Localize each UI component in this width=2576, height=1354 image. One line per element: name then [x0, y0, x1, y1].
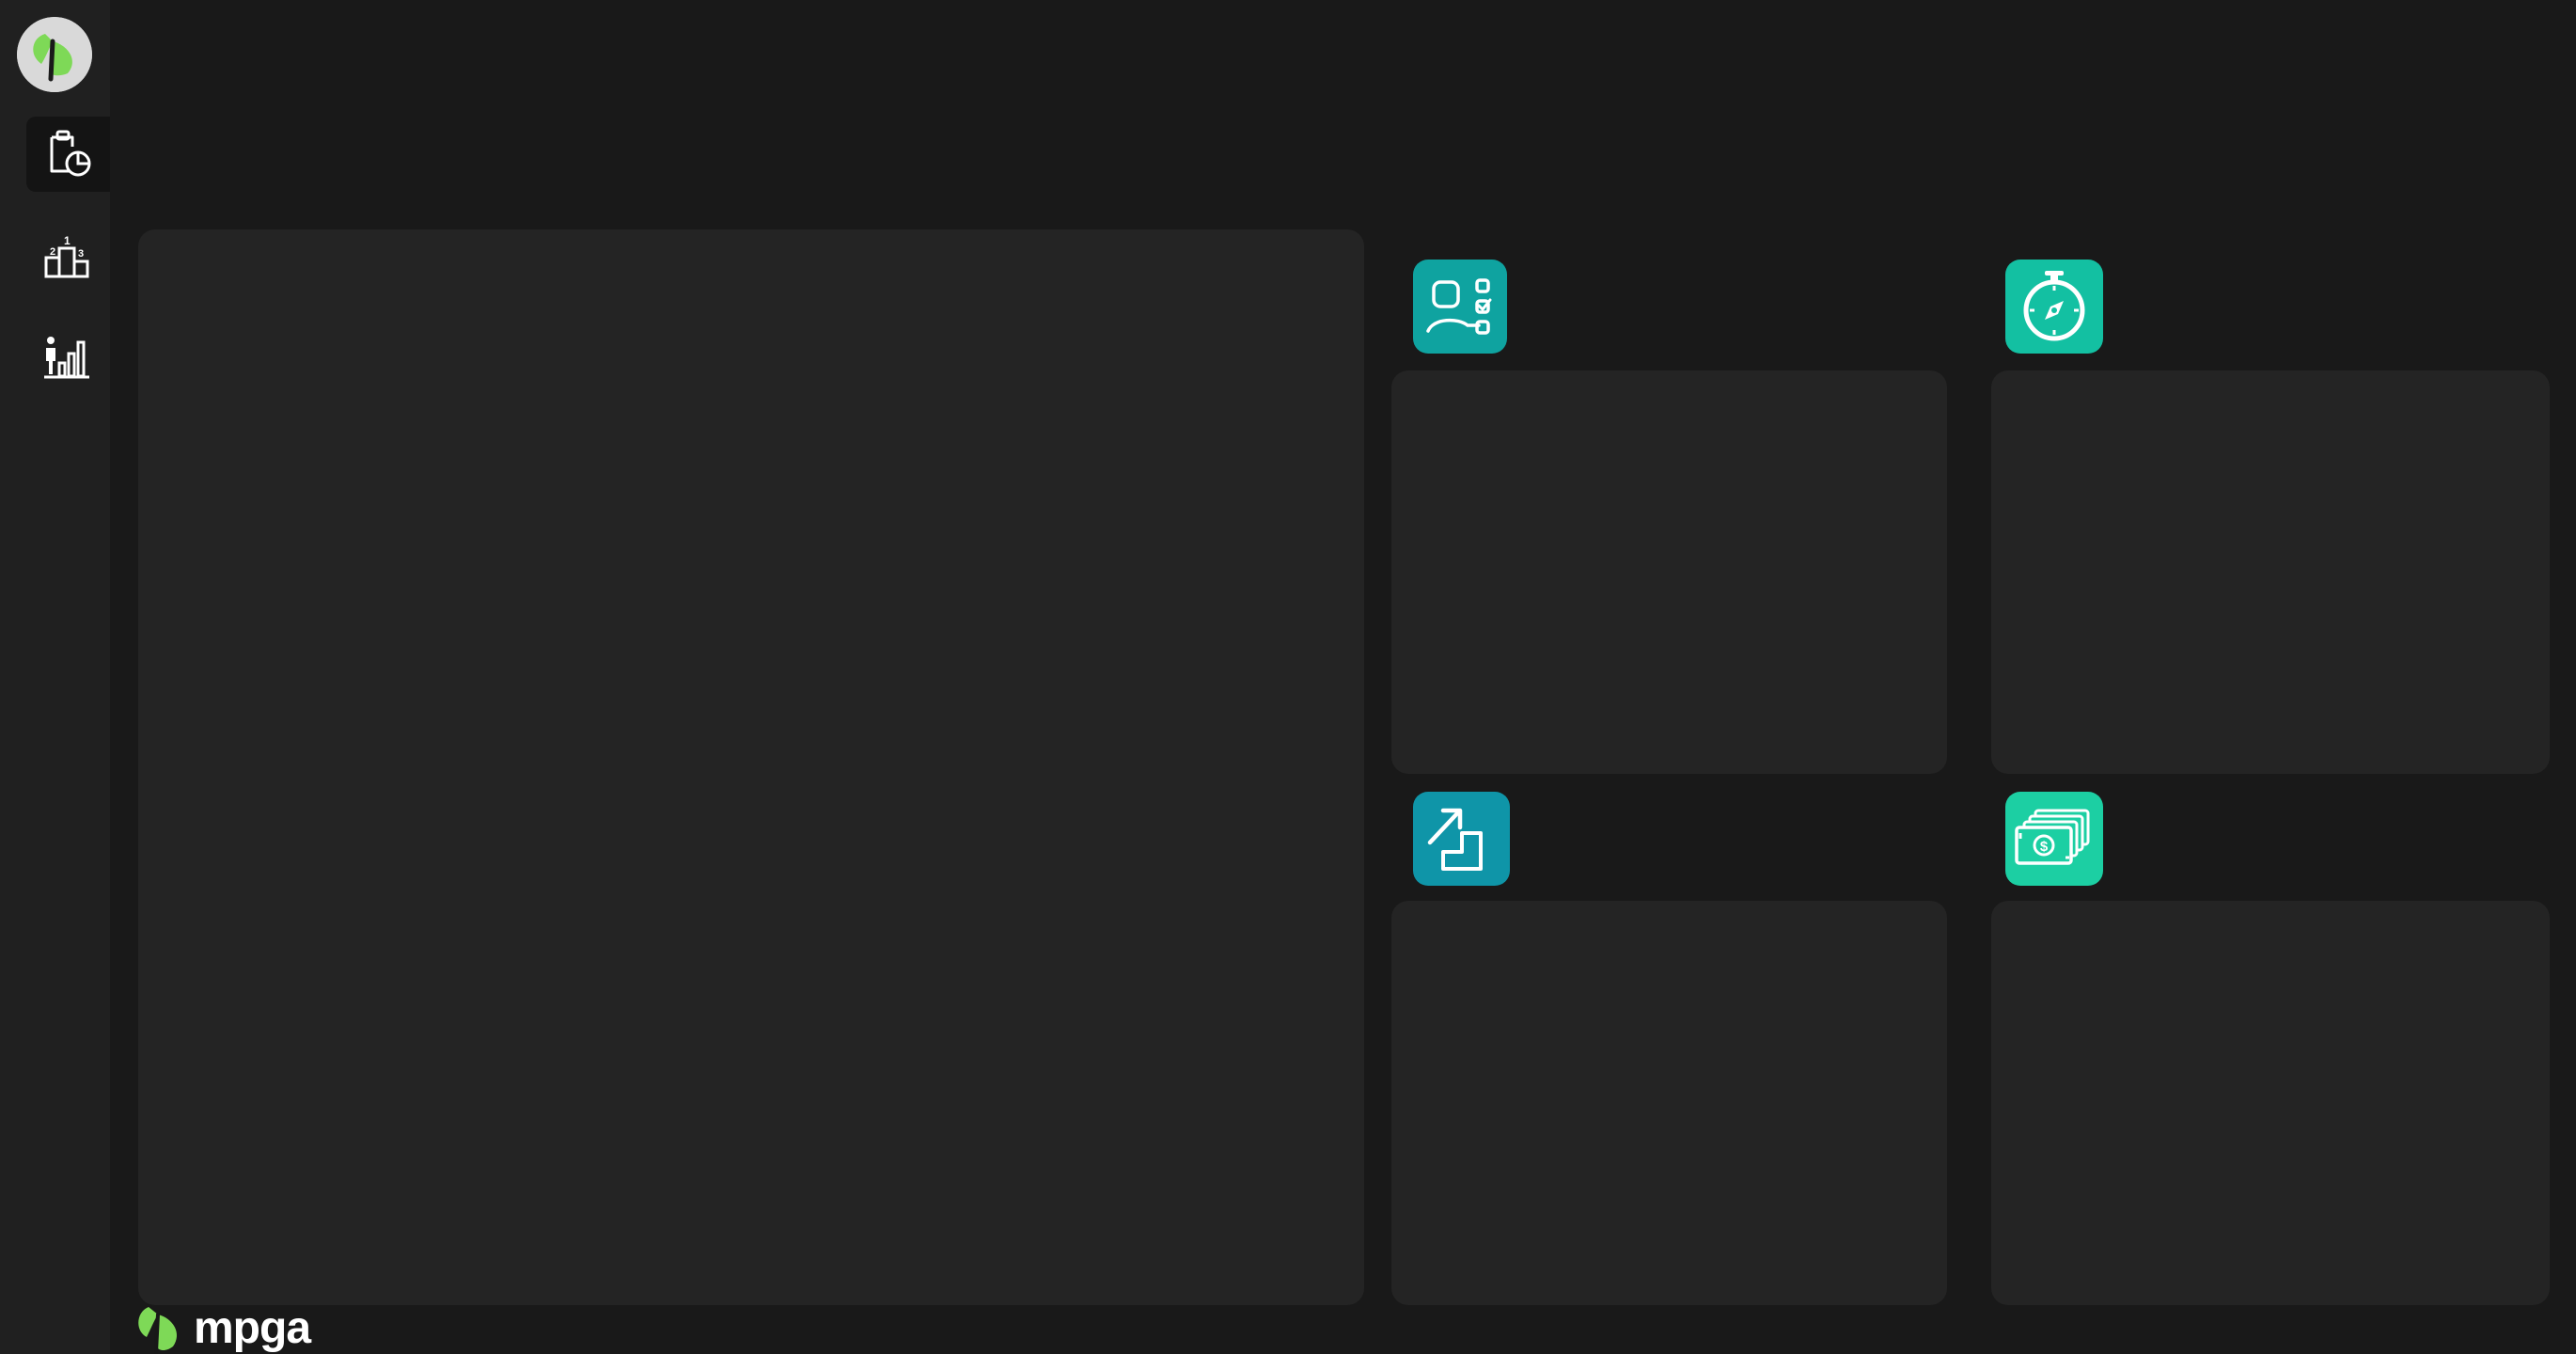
nav-item-reports[interactable]: [26, 117, 110, 192]
stopwatch-icon: [2023, 271, 2085, 341]
card-tile-user-checklist[interactable]: [1413, 260, 1507, 354]
user-checklist-icon: [1426, 278, 1492, 335]
card-tile-stairs-growth[interactable]: [1413, 792, 1510, 886]
player-stats-icon: [43, 337, 89, 379]
leaf-logo-icon: [17, 17, 92, 92]
card-panel-stopwatch: [1991, 370, 2550, 774]
app-root: 2 1 3 $ mpga: [0, 0, 2576, 1354]
brand-name: mpga: [194, 1303, 311, 1353]
card-tile-money[interactable]: $: [2005, 792, 2103, 886]
svg-text:3: 3: [78, 248, 84, 260]
nav-item-ranking[interactable]: 2 1 3: [26, 218, 110, 293]
card-panel-money: [1991, 901, 2550, 1305]
card-panel-stairs-growth: [1391, 901, 1947, 1305]
main-panel: [138, 229, 1364, 1305]
card-panel-user-checklist: [1391, 370, 1947, 774]
svg-text:2: 2: [50, 246, 55, 258]
sidebar: 2 1 3: [0, 0, 110, 1354]
svg-text:$: $: [2040, 839, 2049, 855]
nav-item-player-stats[interactable]: [26, 320, 110, 395]
green-leaf-logo-icon: [138, 1307, 178, 1354]
brand-footer: mpga: [134, 1302, 311, 1354]
podium-ranking-icon: 2 1 3: [44, 234, 88, 278]
report-chart-icon: [50, 130, 90, 177]
dashboard-main: $: [110, 0, 2576, 1354]
money-stack-icon: $: [2015, 809, 2090, 865]
stairs-growth-icon: [1427, 808, 1483, 871]
svg-text:1: 1: [64, 234, 71, 247]
card-tile-stopwatch[interactable]: [2005, 260, 2103, 354]
user-avatar[interactable]: [17, 17, 92, 92]
